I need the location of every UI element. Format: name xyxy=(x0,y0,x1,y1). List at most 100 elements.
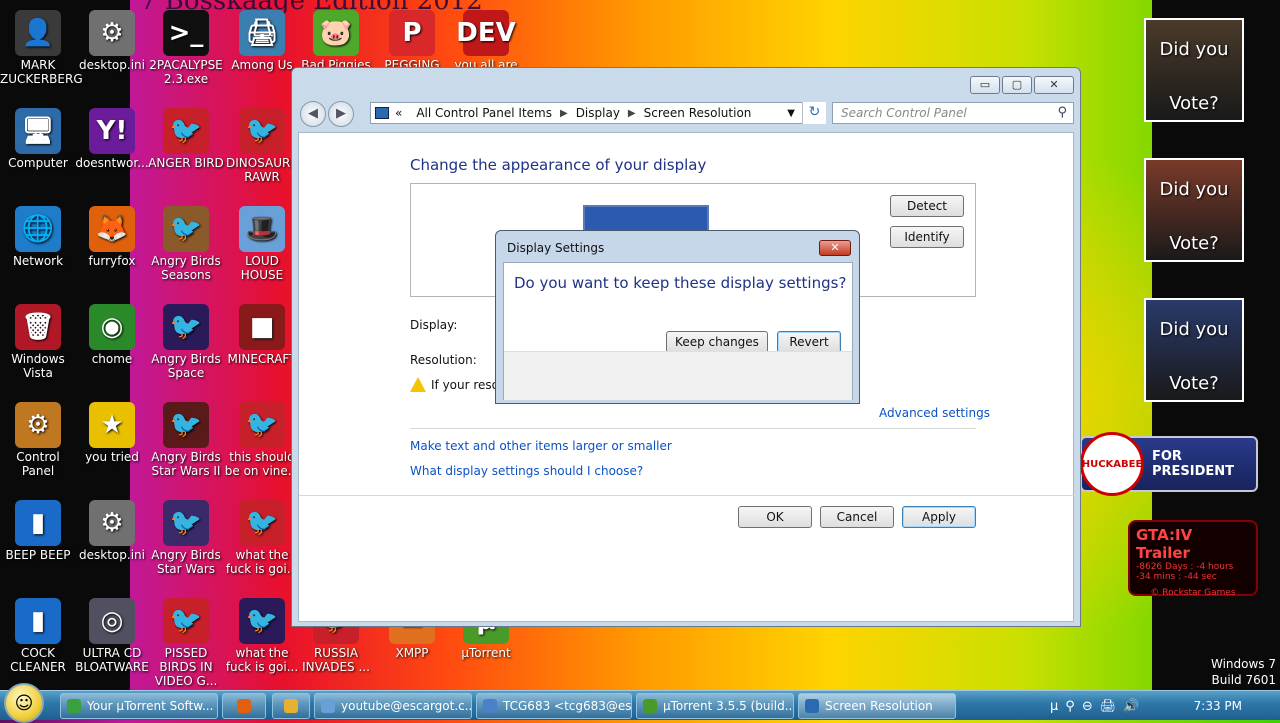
desktop-icon[interactable]: 🐦 Angry Birds Seasons xyxy=(148,206,224,282)
display-help-link[interactable]: What display settings should I choose? xyxy=(410,464,643,478)
desktop-icon[interactable]: 🖥 Computer xyxy=(0,108,76,170)
search-icon[interactable]: ⚲ xyxy=(1057,105,1067,120)
address-bar[interactable]: « All Control Panel Items ▶ Display ▶ Sc… xyxy=(370,102,826,124)
identify-button[interactable]: Identify xyxy=(890,226,964,248)
desktop-icon-label: what the fuck is goi... xyxy=(225,646,299,674)
desktop-icon[interactable]: ⚙ Control Panel xyxy=(0,402,76,478)
desktop-icon[interactable]: 🐦 this should be on vine... xyxy=(224,402,300,478)
clock[interactable]: 7:33 PM xyxy=(1194,699,1242,713)
desktop-icon[interactable]: 🐦 Angry Birds Space xyxy=(148,304,224,380)
keep-changes-button[interactable]: Keep changes xyxy=(666,331,768,353)
desktop-icon[interactable]: 🐦 PISSED BIRDS IN VIDEO G... xyxy=(148,598,224,688)
desktop-icon[interactable]: 🖨 Among Us xyxy=(224,10,300,72)
utorrent-tray-icon[interactable]: µ xyxy=(1050,699,1058,714)
vote-panel: Did you Vote? xyxy=(1144,298,1244,402)
app-icon: 🐦 xyxy=(163,402,209,448)
desktop-icon[interactable]: DEV you all are xyxy=(448,10,524,72)
breadcrumb-prefix[interactable]: « xyxy=(395,106,402,120)
taskbar-button[interactable]: Screen Resolution xyxy=(798,693,956,719)
desktop-icon[interactable]: ▮ BEEP BEEP xyxy=(0,500,76,562)
ok-button[interactable]: OK xyxy=(738,506,812,528)
desktop-icon-label: Network xyxy=(12,254,64,268)
taskbar-button[interactable]: µTorrent 3.5.5 (build... xyxy=(636,693,794,719)
desktop-icon-label: COCK CLEANER xyxy=(10,646,66,674)
huckabee-seal: HUCKABEE xyxy=(1080,432,1144,496)
desktop-icon[interactable]: ■ MINECRAFT xyxy=(224,304,300,366)
desktop-icon[interactable]: ★ you tried xyxy=(74,402,150,464)
desktop-icon-label: XMPP xyxy=(395,646,429,660)
desktop-icon[interactable]: ▮ COCK CLEANER xyxy=(0,598,76,674)
desktop-icon[interactable]: 🐦 Angry Birds Star Wars xyxy=(148,500,224,576)
taskbar-button-label: Screen Resolution xyxy=(825,699,933,713)
back-button[interactable]: ◀ xyxy=(300,101,326,127)
taskbar-app-icon xyxy=(237,699,251,713)
detect-button[interactable]: Detect xyxy=(890,195,964,217)
desktop-icon[interactable]: 🐦 ANGER BIRD xyxy=(148,108,224,170)
desktop-icon-label: DINOSAURS RAWR xyxy=(226,156,298,184)
breadcrumb-separator-icon: ▶ xyxy=(627,107,636,119)
start-button[interactable]: ☺ xyxy=(4,683,44,723)
dialog-close-button[interactable]: ✕ xyxy=(819,240,851,256)
revert-button[interactable]: Revert xyxy=(777,331,841,353)
dialog-footer xyxy=(504,351,852,400)
search-placeholder: Search Control Panel xyxy=(841,106,967,120)
minus-tray-icon[interactable]: ⊖ xyxy=(1082,699,1093,714)
forward-button[interactable]: ▶ xyxy=(328,101,354,127)
breadcrumb-separator-icon: ▶ xyxy=(559,107,568,119)
desktop-icon[interactable]: 🐦 Angry Birds Star Wars II xyxy=(148,402,224,478)
volume-icon[interactable]: 🔊 xyxy=(1123,699,1139,714)
desktop-icon[interactable]: ◉ chome xyxy=(74,304,150,366)
desktop-icon[interactable]: ◎ ULTRA CD BLOATWARE xyxy=(74,598,150,674)
huckabee-banner: HUCKABEE FOR PRESIDENT xyxy=(1080,432,1258,496)
apply-button[interactable]: Apply xyxy=(902,506,976,528)
desktop-icon-label: Control Panel xyxy=(16,450,60,478)
desktop-icon[interactable]: 🐦 DINOSAURS RAWR xyxy=(224,108,300,184)
breadcrumb-display[interactable]: Display xyxy=(576,106,620,120)
gta-countdown-widget: GTA:IV Trailer -8626 Days : -4 hours -34… xyxy=(1128,520,1258,598)
app-icon: ▮ xyxy=(15,500,61,546)
refresh-icon[interactable]: ↻ xyxy=(802,102,826,124)
desktop-icon[interactable]: 🐷 Bad Piggies xyxy=(298,10,374,72)
dialog-question: Do you want to keep these display settin… xyxy=(514,274,847,292)
address-dropdown-icon[interactable]: ▼ xyxy=(787,108,795,119)
desktop-icon[interactable]: ⚙ desktop.ini xyxy=(74,500,150,562)
app-icon: ★ xyxy=(89,402,135,448)
taskbar-button[interactable]: Your µTorrent Softw... xyxy=(60,693,218,719)
desktop-icon[interactable]: 🐦 what the fuck is goi... xyxy=(224,500,300,576)
desktop-icon-label: MINECRAFT xyxy=(227,352,297,366)
search-input[interactable]: Search Control Panel ⚲ xyxy=(832,102,1074,124)
desktop-icon[interactable]: 🗑 Windows Vista xyxy=(0,304,76,380)
app-icon: ◉ xyxy=(89,304,135,350)
breadcrumb-screen-resolution[interactable]: Screen Resolution xyxy=(644,106,752,120)
desktop-icon-label: chome xyxy=(91,352,133,366)
text-size-link[interactable]: Make text and other items larger or smal… xyxy=(410,439,672,453)
taskbar-button[interactable]: TCG683 <tcg683@es... xyxy=(476,693,632,719)
close-button[interactable]: ✕ xyxy=(1034,76,1074,94)
desktop-icon[interactable]: >_ 2PACALYPSE 2.3.exe xyxy=(148,10,224,86)
app-icon: 🦊 xyxy=(89,206,135,252)
display-label: Display: xyxy=(410,318,458,332)
printer-tray-icon[interactable]: 🖨 xyxy=(1100,699,1117,714)
windows-version: Windows 7 Build 7601 xyxy=(1180,656,1276,688)
maximize-button[interactable]: ▢ xyxy=(1002,76,1032,94)
app-icon: ⚙ xyxy=(15,402,61,448)
desktop-icon[interactable]: ⚙ desktop.ini xyxy=(74,10,150,72)
app-icon: P xyxy=(389,10,435,56)
search-tray-icon[interactable]: ⚲ xyxy=(1065,699,1075,714)
taskbar-button[interactable] xyxy=(272,693,310,719)
taskbar-button[interactable]: youtube@escargot.c... xyxy=(314,693,472,719)
desktop-icon[interactable]: 🐦 what the fuck is goi... xyxy=(224,598,300,674)
desktop-icon[interactable]: Y! doesntwor... xyxy=(74,108,150,170)
desktop-icon[interactable]: 🌐 Network xyxy=(0,206,76,268)
minimize-button[interactable]: ▭ xyxy=(970,76,1000,94)
control-panel-icon xyxy=(375,107,389,119)
cancel-button[interactable]: Cancel xyxy=(820,506,894,528)
desktop-icon[interactable]: P PEGGING xyxy=(374,10,450,72)
taskbar-button[interactable] xyxy=(222,693,266,719)
desktop-icon[interactable]: 👤 MARK ZUCKERBERG xyxy=(0,10,83,86)
vote-panel-line1: Did you xyxy=(1159,39,1229,60)
desktop-icon[interactable]: 🎩 LOUD HOUSE xyxy=(224,206,300,282)
desktop-icon[interactable]: 🦊 furryfox xyxy=(74,206,150,268)
advanced-settings-link[interactable]: Advanced settings xyxy=(879,406,990,420)
breadcrumb-all-items[interactable]: All Control Panel Items xyxy=(416,106,552,120)
